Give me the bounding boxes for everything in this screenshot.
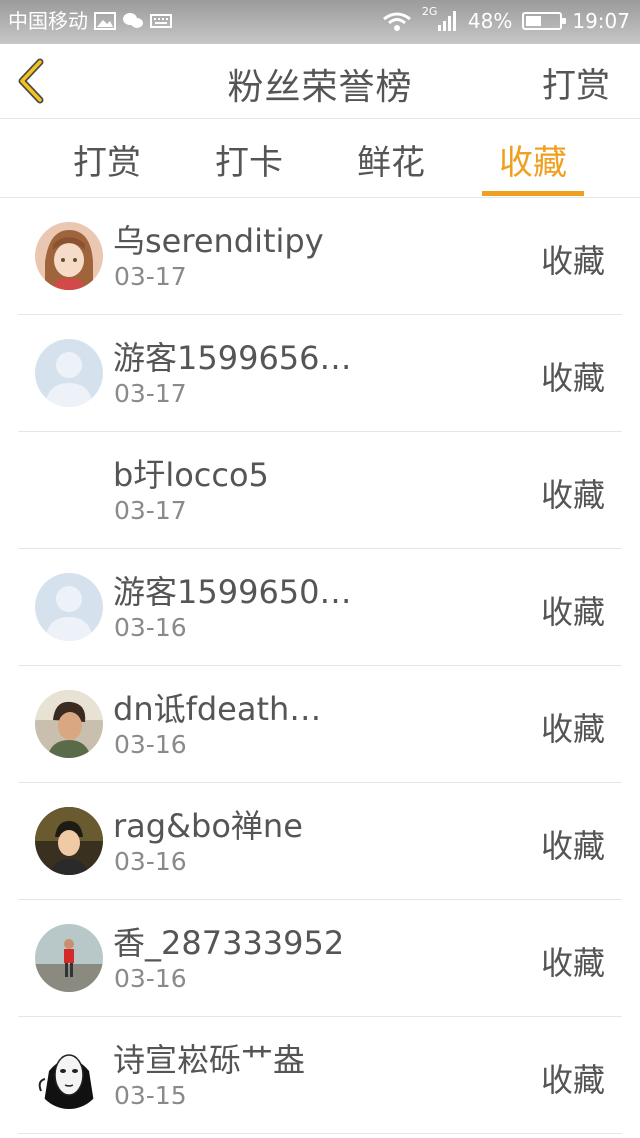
avatar (35, 339, 103, 407)
carrier-label: 中国移动 (8, 9, 88, 33)
status-bar: 中国移动 2G 48% 19:07 (0, 0, 640, 44)
header-bar: 粉丝荣誉榜 打赏 (0, 44, 640, 119)
fan-action-label: 收藏 (540, 710, 605, 748)
list-item[interactable]: dn诋fdeath… 03-16 收藏 (18, 666, 622, 783)
tab-label: 打赏 (73, 143, 141, 183)
fan-name: 游客1599650… (113, 573, 352, 611)
fan-name: dn诋fdeath… (113, 690, 322, 728)
tab-flowers[interactable]: 鲜花 (346, 135, 436, 184)
tab-checkin[interactable]: 打卡 (204, 135, 294, 184)
avatar (35, 573, 103, 641)
clock-label: 19:07 (572, 9, 630, 33)
list-item[interactable]: 诗宣崧砾艹盎 03-15 收藏 (18, 1017, 622, 1134)
tab-reward[interactable]: 打赏 (62, 135, 152, 184)
signal-indicator: 2G (422, 5, 458, 33)
fan-action-label: 收藏 (540, 593, 605, 631)
fan-name: 诗宣崧砾艹盎 (113, 1041, 306, 1079)
fan-action-label: 收藏 (540, 359, 605, 397)
tab-favorites[interactable]: 收藏 (482, 135, 584, 196)
fan-name: 游客1599656… (113, 339, 352, 377)
fan-name: rag&bo禅ne (113, 807, 303, 845)
avatar (35, 222, 103, 290)
fan-date: 03-16 (114, 964, 187, 993)
avatar (35, 690, 103, 758)
image-icon (94, 11, 116, 31)
avatar (35, 1041, 103, 1109)
fan-action-label: 收藏 (540, 944, 605, 982)
fan-action-label: 收藏 (540, 1061, 605, 1099)
avatar (35, 807, 103, 875)
reward-button[interactable]: 打赏 (542, 58, 610, 107)
list-item[interactable]: rag&bo禅ne 03-16 收藏 (18, 783, 622, 900)
fan-date: 03-16 (114, 613, 187, 642)
fan-action-label: 收藏 (540, 827, 605, 865)
list-item[interactable]: 游客1599656… 03-17 收藏 (18, 315, 622, 432)
fan-date: 03-16 (114, 847, 187, 876)
network-type-label: 2G (421, 5, 438, 18)
fan-name: b圩locco5 (113, 456, 269, 494)
status-bar-right: 2G 48% 19:07 (382, 5, 630, 35)
status-bar-left: 中国移动 (8, 7, 172, 35)
tab-label: 收藏 (499, 143, 567, 183)
battery-fill (526, 16, 542, 26)
tab-label: 鲜花 (357, 143, 425, 183)
active-tab-indicator (482, 191, 584, 196)
fan-date: 03-17 (114, 379, 187, 408)
fan-list: 乌serenditipy 03-17 收藏 游客1599656… 03-17 收… (0, 198, 640, 1134)
tab-label: 打卡 (215, 143, 283, 183)
battery-percent-label: 48% (467, 9, 513, 33)
list-item[interactable]: b圩locco5 03-17 收藏 (18, 432, 622, 549)
list-item[interactable]: 乌serenditipy 03-17 收藏 (18, 198, 622, 315)
wechat-icon (122, 11, 144, 31)
avatar (35, 924, 103, 992)
fan-date: 03-17 (114, 262, 187, 291)
fan-date: 03-16 (114, 730, 187, 759)
keyboard-icon (150, 11, 172, 31)
fan-name: 乌serenditipy (113, 222, 324, 260)
list-item[interactable]: 游客1599650… 03-16 收藏 (18, 549, 622, 666)
battery-icon (522, 12, 567, 30)
fan-action-label: 收藏 (540, 476, 605, 514)
wifi-icon (382, 11, 412, 31)
fan-action-label: 收藏 (540, 242, 605, 280)
fan-name: 香_287333952 (113, 924, 345, 962)
tab-bar: 打赏 打卡 鲜花 收藏 (0, 119, 640, 198)
fan-date: 03-15 (114, 1081, 187, 1110)
fan-date: 03-17 (114, 496, 187, 525)
list-item[interactable]: 香_287333952 03-16 收藏 (18, 900, 622, 1017)
